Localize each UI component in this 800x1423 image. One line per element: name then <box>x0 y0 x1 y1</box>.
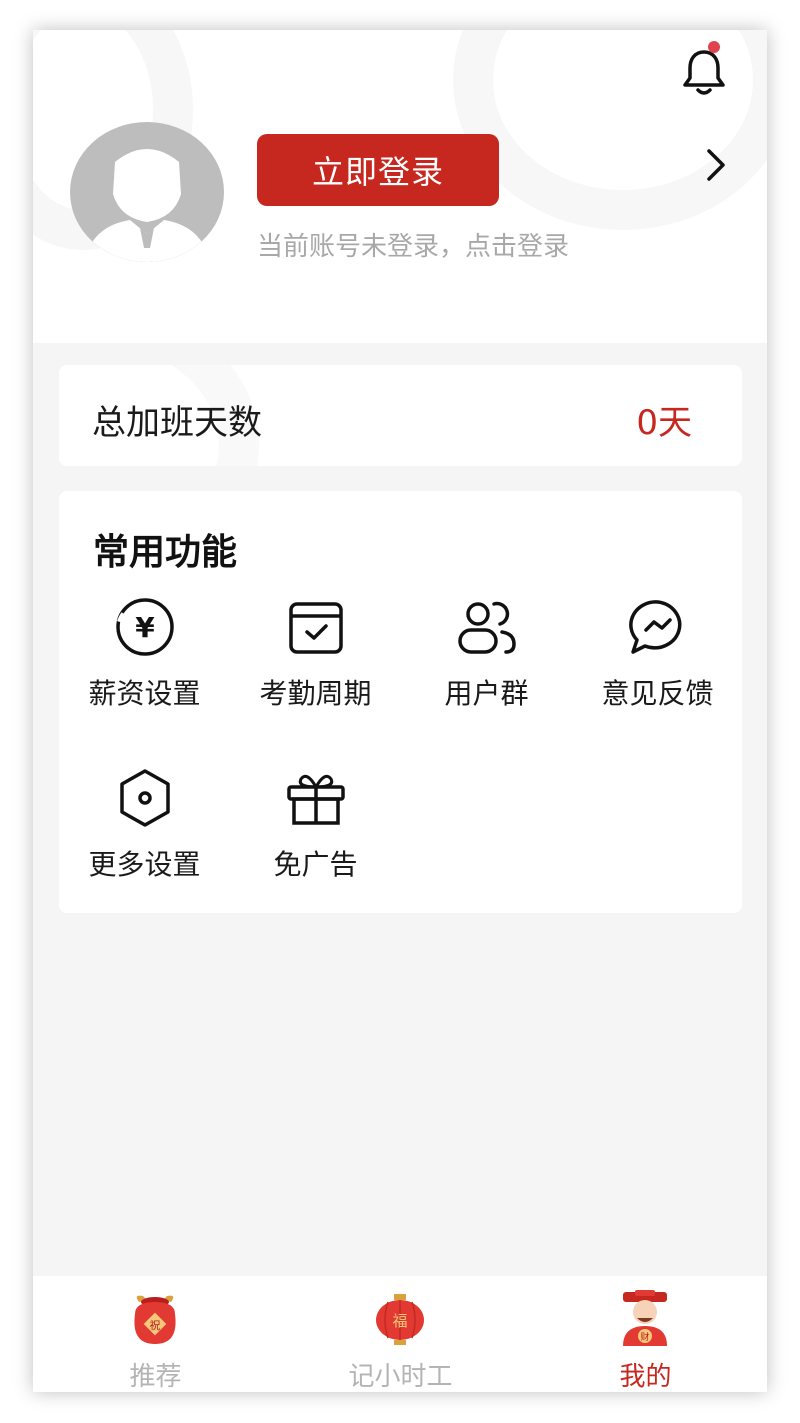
func-remove-ads[interactable]: 免广告 <box>230 767 401 917</box>
func-label: 考勤周期 <box>259 677 372 710</box>
profile-header: 立即登录 当前账号未登录，点击登录 <box>33 30 767 343</box>
fu-glyph: 福 <box>392 1312 407 1330</box>
tab-label: 我的 <box>619 1362 672 1392</box>
overtime-label: 总加班天数 <box>92 403 262 443</box>
tab-hourly-work[interactable]: 福 记小时工 <box>278 1276 523 1392</box>
chevron-right-icon[interactable] <box>701 145 731 185</box>
gift-icon <box>287 774 345 825</box>
func-feedback[interactable]: 意见反馈 <box>572 596 743 746</box>
lucky-bag-icon: 祝 <box>134 1295 176 1344</box>
phone-screen: 立即登录 当前账号未登录，点击登录 总加班天数 0天 常用功能 ¥ 薪资设置 考… <box>33 30 767 1392</box>
overtime-value: 0天 <box>636 403 692 443</box>
func-label: 免广告 <box>273 848 358 881</box>
avatar[interactable] <box>70 122 224 262</box>
hexagon-settings-icon <box>120 769 170 827</box>
users-group-icon <box>458 601 516 654</box>
tab-recommend[interactable]: 祝 推荐 <box>33 1276 278 1392</box>
func-label: 薪资设置 <box>88 677 201 710</box>
login-hint[interactable]: 当前账号未登录，点击登录 <box>257 226 569 263</box>
func-attendance-cycle[interactable]: 考勤周期 <box>230 596 401 746</box>
bell-icon[interactable] <box>676 44 732 100</box>
chat-feedback-icon <box>629 600 682 654</box>
func-label: 更多设置 <box>88 848 201 881</box>
fortune-god-icon: 财 <box>623 1290 667 1346</box>
bottom-tab-bar: 祝 推荐 福 记小时工 财 我的 <box>33 1276 767 1392</box>
default-avatar-icon <box>71 123 223 262</box>
cai-glyph: 财 <box>640 1331 649 1343</box>
func-salary-settings[interactable]: ¥ 薪资设置 <box>59 596 230 746</box>
func-more-settings[interactable]: 更多设置 <box>59 767 230 917</box>
tab-label: 推荐 <box>129 1362 182 1392</box>
zhu-glyph: 祝 <box>150 1318 161 1332</box>
func-user-group[interactable]: 用户群 <box>401 596 572 746</box>
notification-dot <box>708 41 720 53</box>
func-label: 用户群 <box>444 677 529 710</box>
login-button[interactable]: 立即登录 <box>257 134 499 206</box>
functions-title: 常用功能 <box>93 532 238 573</box>
overtime-card[interactable]: 总加班天数 0天 <box>59 365 742 466</box>
tab-mine[interactable]: 财 我的 <box>523 1276 767 1392</box>
yen-coin-icon: ¥ <box>116 598 174 656</box>
tab-label: 记小时工 <box>348 1362 453 1392</box>
lantern-icon: 福 <box>376 1294 424 1345</box>
functions-card: 常用功能 ¥ 薪资设置 考勤周期 用户群 意见反馈 更多设置 免广告 <box>59 491 742 913</box>
yen-glyph: ¥ <box>135 611 155 644</box>
func-label: 意见反馈 <box>601 677 714 710</box>
calendar-check-icon <box>289 602 343 654</box>
